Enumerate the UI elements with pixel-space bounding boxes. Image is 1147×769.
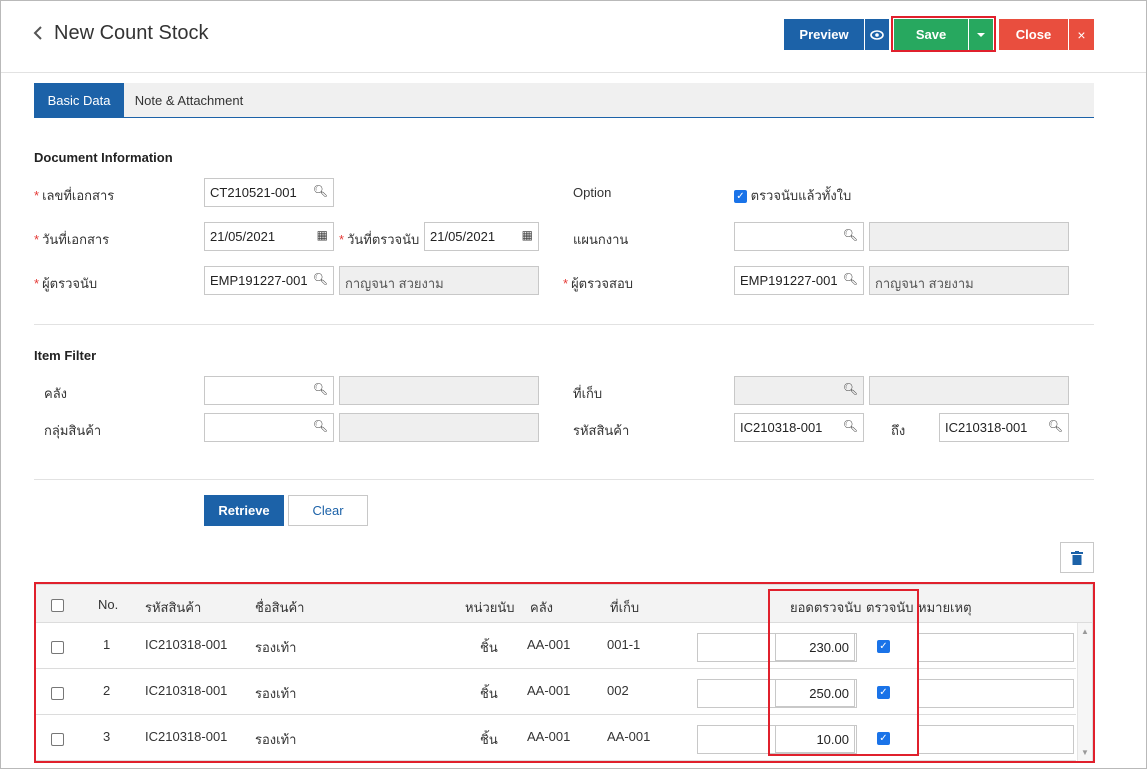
- tab-note-attachment[interactable]: Note & Attachment: [124, 83, 254, 118]
- product-group-name-field: [339, 413, 539, 442]
- department-name-field: [869, 222, 1069, 251]
- checker-label: * ผู้ตรวจสอบ: [563, 276, 634, 291]
- product-group-label: กลุ่มสินค้า: [44, 423, 102, 438]
- search-icon[interactable]: 🔍︎: [843, 419, 858, 433]
- search-icon[interactable]: 🔍︎: [313, 419, 328, 433]
- counter-label: * ผู้ตรวจนับ: [34, 276, 98, 291]
- count-date-input[interactable]: 21/05/2021 ▦: [424, 222, 539, 251]
- retrieve-button[interactable]: Retrieve: [204, 495, 284, 526]
- doc-no-input[interactable]: CT210521-001 🔍︎: [204, 178, 334, 207]
- count-date-label: * วันที่ตรวจนับ: [339, 232, 420, 247]
- warehouse-input[interactable]: 🔍︎: [204, 376, 334, 405]
- doc-no-label: * เลขที่เอกสาร: [34, 188, 115, 203]
- close-icon[interactable]: ×: [1069, 19, 1094, 50]
- calendar-icon[interactable]: ▦: [317, 228, 328, 242]
- counter-code-input[interactable]: EMP191227-001 🔍︎: [204, 266, 334, 295]
- to-label: ถึง: [891, 423, 906, 438]
- header-divider: [1, 72, 1146, 73]
- page-title: New Count Stock: [54, 22, 209, 44]
- search-icon[interactable]: 🔍︎: [313, 382, 328, 396]
- chevron-left-icon[interactable]: [32, 25, 44, 46]
- grid-highlight-box: [34, 582, 1095, 763]
- preview-button[interactable]: Preview: [784, 19, 864, 50]
- section-divider: [34, 324, 1094, 325]
- clear-button[interactable]: Clear: [288, 495, 368, 526]
- option-label: Option: [573, 185, 612, 200]
- location-name-field: [869, 376, 1069, 405]
- close-button[interactable]: Close: [999, 19, 1068, 50]
- document-information-title: Document Information: [34, 150, 173, 165]
- eye-icon[interactable]: [865, 19, 889, 50]
- item-filter-title: Item Filter: [34, 348, 97, 363]
- search-icon[interactable]: 🔍︎: [1048, 419, 1063, 433]
- search-icon[interactable]: 🔍︎: [843, 228, 858, 242]
- section-divider: [34, 479, 1094, 480]
- option-fully-counted[interactable]: ✓ ตรวจนับแล้วทั้งใบ: [734, 185, 851, 206]
- search-icon[interactable]: 🔍︎: [843, 272, 858, 286]
- search-icon[interactable]: 🔍︎: [843, 382, 858, 396]
- checkbox-checked-icon[interactable]: ✓: [734, 190, 747, 204]
- count-column-highlight-box: [768, 589, 919, 756]
- calendar-icon[interactable]: ▦: [522, 228, 533, 242]
- counter-name-field: กาญจนา สวยงาม: [339, 266, 539, 295]
- product-group-input[interactable]: 🔍︎: [204, 413, 334, 442]
- warehouse-label: คลัง: [44, 386, 68, 401]
- doc-date-label: * วันที่เอกสาร: [34, 232, 110, 247]
- tab-basic-data[interactable]: Basic Data: [34, 83, 124, 118]
- doc-date-input[interactable]: 21/05/2021 ▦: [204, 222, 334, 251]
- location-label: ที่เก็บ: [573, 386, 603, 401]
- department-label: แผนกงาน: [573, 232, 629, 247]
- search-icon[interactable]: 🔍︎: [313, 272, 328, 286]
- tab-bar: Basic Data Note & Attachment: [34, 83, 1094, 118]
- warehouse-name-field: [339, 376, 539, 405]
- search-icon[interactable]: 🔍︎: [313, 184, 328, 198]
- checker-code-input[interactable]: EMP191227-001 🔍︎: [734, 266, 864, 295]
- trash-icon[interactable]: [1060, 542, 1094, 573]
- product-code-to-input[interactable]: IC210318-001 🔍︎: [939, 413, 1069, 442]
- location-input[interactable]: 🔍︎: [734, 376, 864, 405]
- department-input[interactable]: 🔍︎: [734, 222, 864, 251]
- product-code-label: รหัสสินค้า: [573, 423, 630, 438]
- save-highlight-box: [891, 16, 996, 52]
- product-code-from-input[interactable]: IC210318-001 🔍︎: [734, 413, 864, 442]
- checker-name-field: กาญจนา สวยงาม: [869, 266, 1069, 295]
